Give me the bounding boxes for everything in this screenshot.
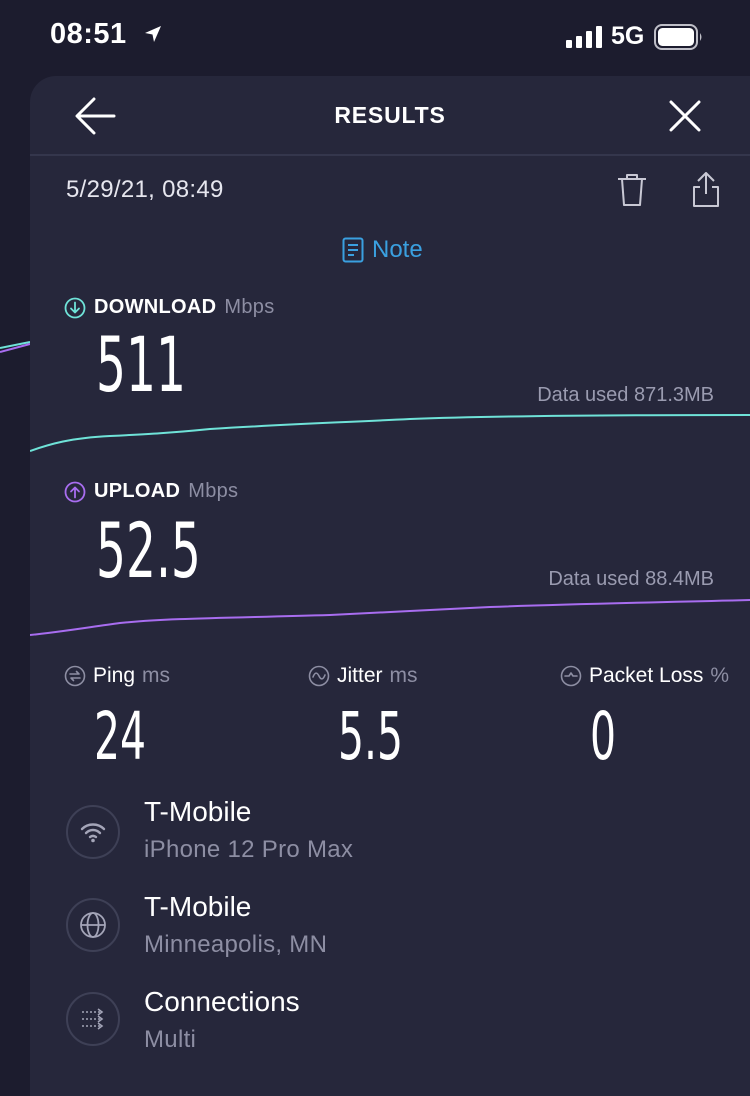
- ping-label: Ping: [93, 664, 136, 687]
- share-icon[interactable]: [691, 172, 721, 208]
- provider-wifi-badge: [66, 805, 120, 859]
- download-graph: [30, 414, 750, 452]
- battery-icon: [654, 24, 702, 50]
- page-title: RESULTS: [334, 102, 446, 128]
- ping-icon: [64, 665, 86, 687]
- note-button[interactable]: Note: [342, 236, 423, 264]
- download-header: DOWNLOAD Mbps: [64, 296, 275, 319]
- download-arrow-icon: [64, 297, 86, 318]
- location-arrow-icon: [145, 26, 161, 42]
- status-time: 08:51: [50, 18, 127, 50]
- provider-name: T-Mobile: [144, 796, 252, 827]
- packet-loss-value: 0: [590, 698, 617, 775]
- jitter-header: Jitter ms: [308, 664, 418, 688]
- upload-arrow-icon: [64, 481, 86, 502]
- device-name: iPhone 12 Pro Max: [144, 836, 354, 863]
- connections-icon: [82, 1008, 104, 1030]
- upload-graph: [30, 599, 750, 636]
- trash-icon[interactable]: [616, 172, 648, 208]
- ping-header: Ping ms: [64, 664, 170, 688]
- ping-unit: ms: [142, 664, 171, 687]
- connections-label: Connections: [144, 986, 300, 1017]
- packet-loss-icon: [560, 665, 582, 687]
- server-location: Minneapolis, MN: [144, 931, 328, 958]
- connections-mode: Multi: [144, 1026, 197, 1053]
- note-label: Note: [372, 236, 423, 263]
- jitter-unit: ms: [389, 664, 418, 687]
- server-globe-badge: [66, 898, 120, 952]
- upload-header: UPLOAD Mbps: [64, 480, 238, 503]
- network-type: 5G: [611, 22, 645, 50]
- packet-loss-unit: %: [710, 664, 730, 687]
- upload-label: UPLOAD: [94, 480, 181, 502]
- download-unit: Mbps: [224, 296, 275, 318]
- note-icon: [342, 237, 364, 263]
- globe-icon: [80, 912, 106, 938]
- signal-bars-icon: [566, 26, 602, 48]
- close-icon[interactable]: [668, 99, 702, 133]
- server-provider: T-Mobile: [144, 891, 252, 922]
- jitter-label: Jitter: [337, 664, 383, 687]
- wifi-icon: [80, 823, 106, 843]
- packet-loss-header: Packet Loss %: [560, 664, 729, 688]
- ping-value: 24: [94, 698, 147, 775]
- jitter-icon: [308, 665, 330, 687]
- back-arrow-icon[interactable]: [74, 96, 116, 136]
- download-label: DOWNLOAD: [94, 296, 217, 318]
- connections-badge: [66, 992, 120, 1046]
- result-date: 5/29/21, 08:49: [66, 176, 224, 203]
- header-divider: [30, 154, 750, 156]
- packet-loss-label: Packet Loss: [589, 664, 704, 687]
- upload-unit: Mbps: [188, 480, 239, 502]
- jitter-value: 5.5: [338, 698, 404, 775]
